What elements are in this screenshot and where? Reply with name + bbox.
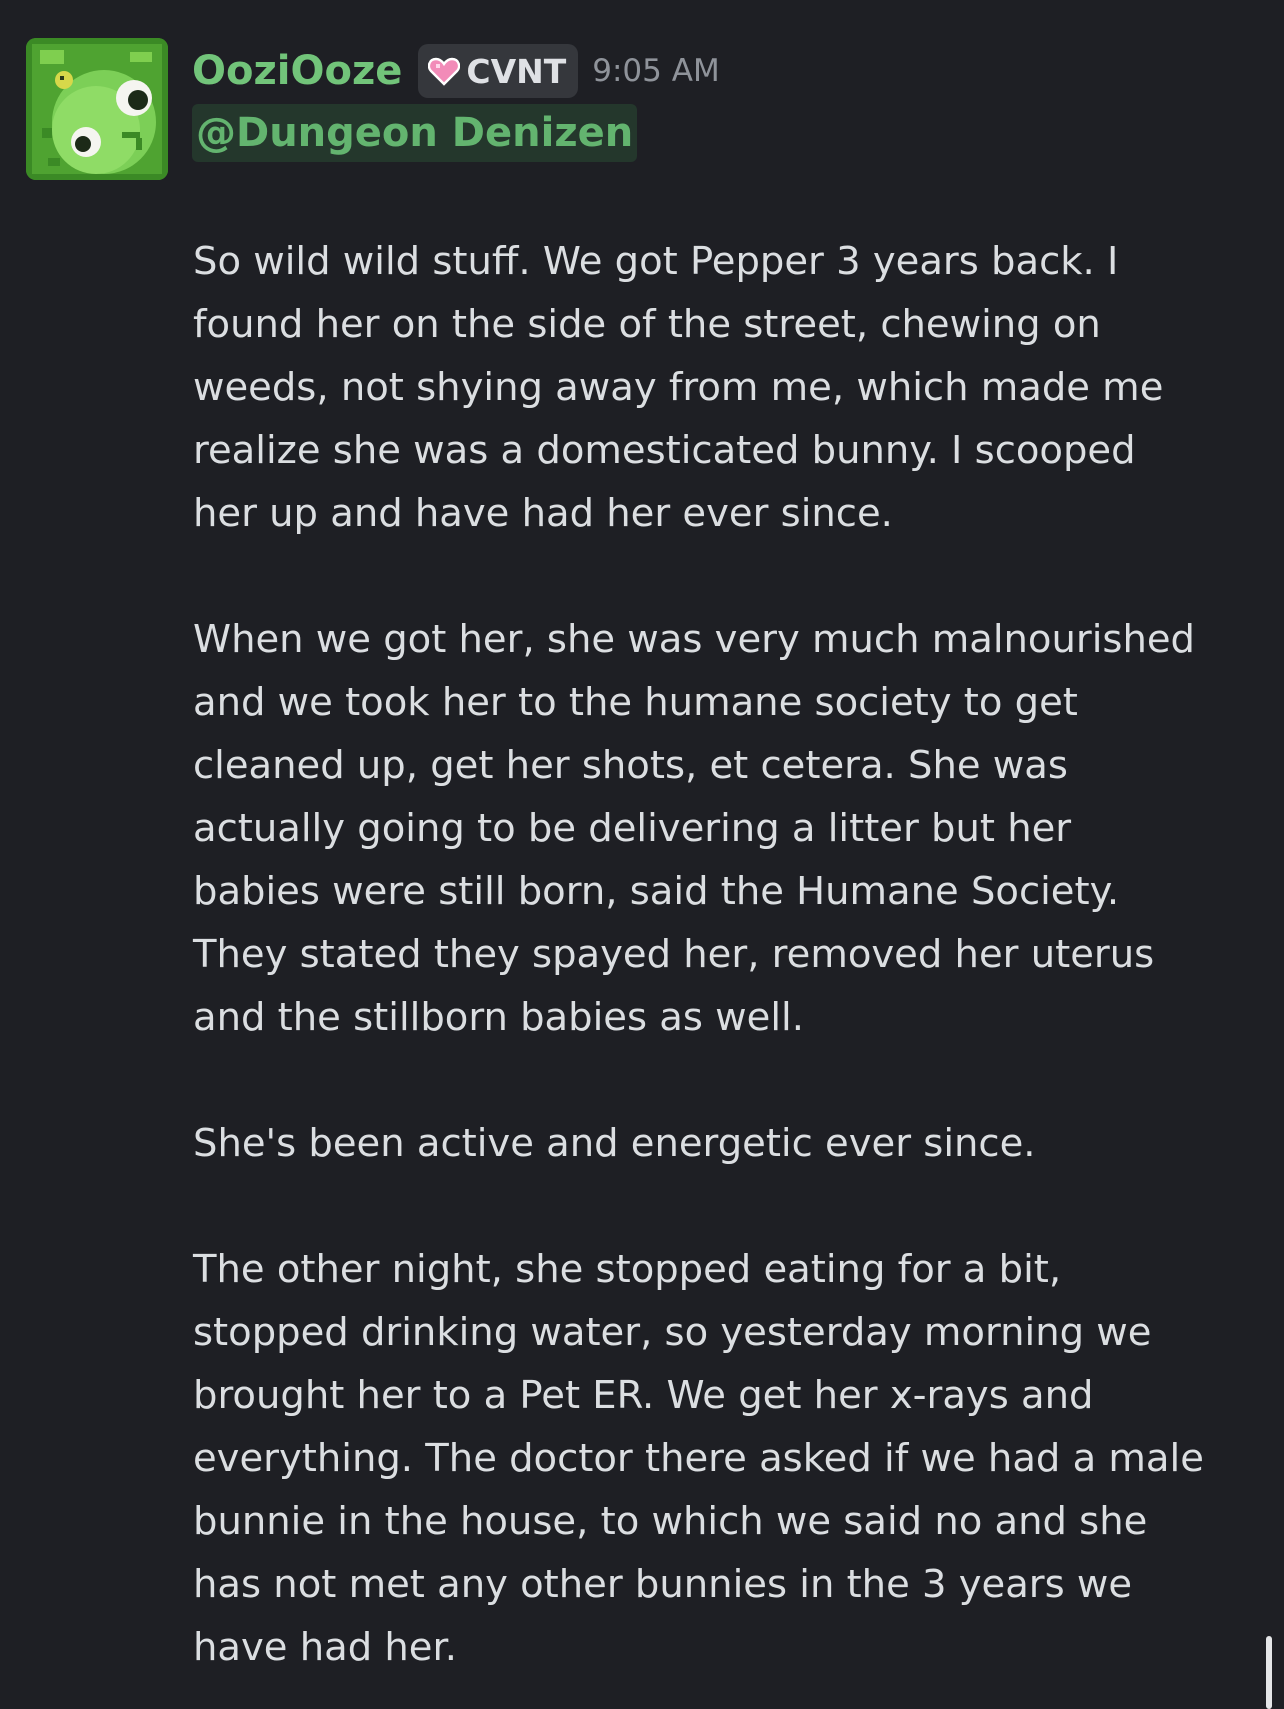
user-avatar[interactable]	[26, 38, 168, 180]
text-line: actually going to be delivering a litter…	[193, 806, 1072, 851]
text-line: have had her.	[193, 1625, 457, 1670]
chat-message: OoziOoze CVNT 9:05 AM @Dungeon Denizen S…	[0, 0, 1284, 1709]
message-paragraph-1: So wild wild stuff. We got Pepper 3 year…	[193, 230, 1253, 545]
user-mention[interactable]: @Dungeon Denizen	[192, 104, 638, 162]
text-line: and we took her to the humane society to…	[193, 680, 1078, 725]
text-line: weeds, not shying away from me, which ma…	[193, 365, 1164, 410]
text-line: babies were still born, said the Humane …	[193, 869, 1120, 914]
text-line: The other night, she stopped eating for …	[193, 1247, 1062, 1292]
text-line: She's been active and energetic ever sin…	[193, 1121, 1036, 1166]
text-line: everything. The doctor there asked if we…	[193, 1436, 1204, 1481]
slime-avatar-icon	[26, 38, 168, 180]
text-line: They stated they spayed her, removed her…	[193, 932, 1155, 977]
server-tag-badge[interactable]: CVNT	[418, 44, 579, 98]
text-line: So wild wild stuff. We got Pepper 3 year…	[193, 239, 1119, 284]
message-body: So wild wild stuff. We got Pepper 3 year…	[193, 230, 1253, 1679]
message-header: OoziOoze CVNT 9:05 AM	[192, 40, 720, 102]
server-tag-label: CVNT	[466, 51, 567, 91]
text-line: brought her to a Pet ER. We get her x-ra…	[193, 1373, 1094, 1418]
text-line: her up and have had her ever since.	[193, 491, 893, 536]
text-line: cleaned up, get her shots, et cetera. Sh…	[193, 743, 1068, 788]
message-paragraph-2: When we got her, she was very much malno…	[193, 608, 1253, 1049]
text-line: realize she was a domesticated bunny. I …	[193, 428, 1136, 473]
text-line: stopped drinking water, so yesterday mor…	[193, 1310, 1152, 1355]
text-line: has not met any other bunnies in the 3 y…	[193, 1562, 1133, 1607]
text-line: found her on the side of the street, che…	[193, 302, 1101, 347]
message-timestamp: 9:05 AM	[592, 53, 720, 89]
author-username[interactable]: OoziOoze	[192, 48, 402, 94]
text-line: and the stillborn babies as well.	[193, 995, 804, 1040]
message-paragraph-4: The other night, she stopped eating for …	[193, 1238, 1253, 1679]
pink-heart-icon	[428, 56, 461, 86]
text-line: bunnie in the house, to which we said no…	[193, 1499, 1148, 1544]
message-paragraph-3: She's been active and energetic ever sin…	[193, 1112, 1253, 1175]
text-line: When we got her, she was very much malno…	[193, 617, 1195, 662]
scrollbar-thumb[interactable]	[1266, 1636, 1272, 1709]
